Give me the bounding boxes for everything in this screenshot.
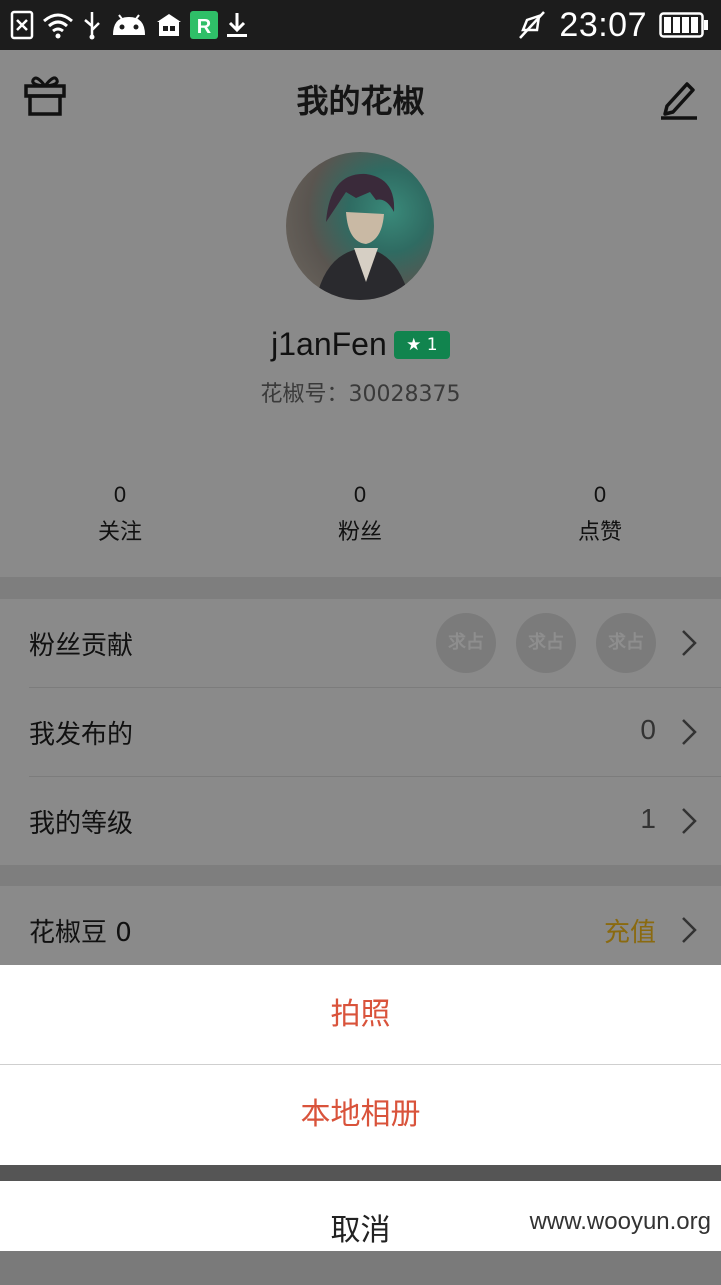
chevron-right-icon <box>682 808 697 834</box>
section-divider <box>0 577 721 599</box>
row-level-value: 1 <box>640 803 656 834</box>
status-time: 23:07 <box>559 5 647 44</box>
row-published[interactable]: 我发布的 0 <box>0 688 721 776</box>
level-badge: ★ 1 <box>393 330 450 359</box>
row-beans-label: 花椒豆 0 <box>29 918 132 948</box>
stat-following-label: 关注 <box>97 520 142 545</box>
android-debug-icon <box>110 10 148 40</box>
chevron-right-icon <box>682 917 697 943</box>
stat-following[interactable]: 0 关注 <box>0 482 240 546</box>
row-fan-contribution[interactable]: 粉丝贡献 求占 求占 求占 <box>0 599 721 687</box>
stat-likes[interactable]: 0 点赞 <box>480 482 720 546</box>
avatar[interactable] <box>286 152 434 300</box>
row-published-label: 我发布的 <box>29 720 134 750</box>
take-photo-button[interactable]: 拍照 <box>0 965 721 1065</box>
stat-likes-label: 点赞 <box>577 520 622 545</box>
stats-bar: 0 关注 0 粉丝 0 点赞 <box>0 482 721 577</box>
edit-icon[interactable] <box>659 76 699 120</box>
row-level-label: 我的等级 <box>29 809 134 839</box>
download-icon <box>226 10 248 40</box>
store-icon <box>156 10 182 40</box>
username-row: j1anFen ★ 1 <box>0 326 721 363</box>
take-photo-label: 拍照 <box>330 997 391 1032</box>
status-icons-right: 23:07 <box>517 6 709 44</box>
battery-icon <box>659 10 709 40</box>
local-album-label: 本地相册 <box>300 1097 421 1132</box>
watermark: www.wooyun.org <box>529 1208 711 1236</box>
mute-icon <box>517 10 547 40</box>
local-album-button[interactable]: 本地相册 <box>0 1065 721 1165</box>
fan-slot-3: 求占 <box>596 613 656 673</box>
sim-error-icon <box>10 10 34 40</box>
sheet-gap <box>0 1165 721 1181</box>
app-header: 我的花椒 <box>0 50 721 145</box>
cancel-label: 取消 <box>330 1213 391 1248</box>
chevron-right-icon <box>682 719 697 745</box>
status-bar: R 23:07 <box>0 0 721 50</box>
r-app-icon: R <box>190 10 218 40</box>
stat-fans-count: 0 <box>353 482 367 507</box>
username: j1anFen <box>271 326 387 362</box>
stat-fans-label: 粉丝 <box>337 520 382 545</box>
usb-icon <box>82 10 102 40</box>
page-title: 我的花椒 <box>296 82 425 120</box>
profile-page: 我的花椒 j1anFen ★ 1 花椒号：30028375 0 关注 0 粉丝 <box>0 50 721 965</box>
stat-fans[interactable]: 0 粉丝 <box>240 482 480 546</box>
huajiao-id: 花椒号：30028375 <box>260 382 461 407</box>
wifi-icon <box>42 10 74 40</box>
svg-text:R: R <box>197 16 212 38</box>
fan-slot-2: 求占 <box>516 613 576 673</box>
row-published-value: 0 <box>640 714 656 745</box>
row-fan-contribution-label: 粉丝贡献 <box>29 631 134 661</box>
chevron-right-icon <box>682 630 697 656</box>
section-divider <box>0 865 721 886</box>
fan-slot-1: 求占 <box>436 613 496 673</box>
row-level[interactable]: 我的等级 1 <box>0 777 721 865</box>
stat-following-count: 0 <box>113 482 127 507</box>
status-icons-left: R <box>10 8 248 42</box>
recharge-link[interactable]: 充值 <box>604 912 656 949</box>
row-beans[interactable]: 花椒豆 0 充值 <box>0 886 721 974</box>
stat-likes-count: 0 <box>593 482 607 507</box>
